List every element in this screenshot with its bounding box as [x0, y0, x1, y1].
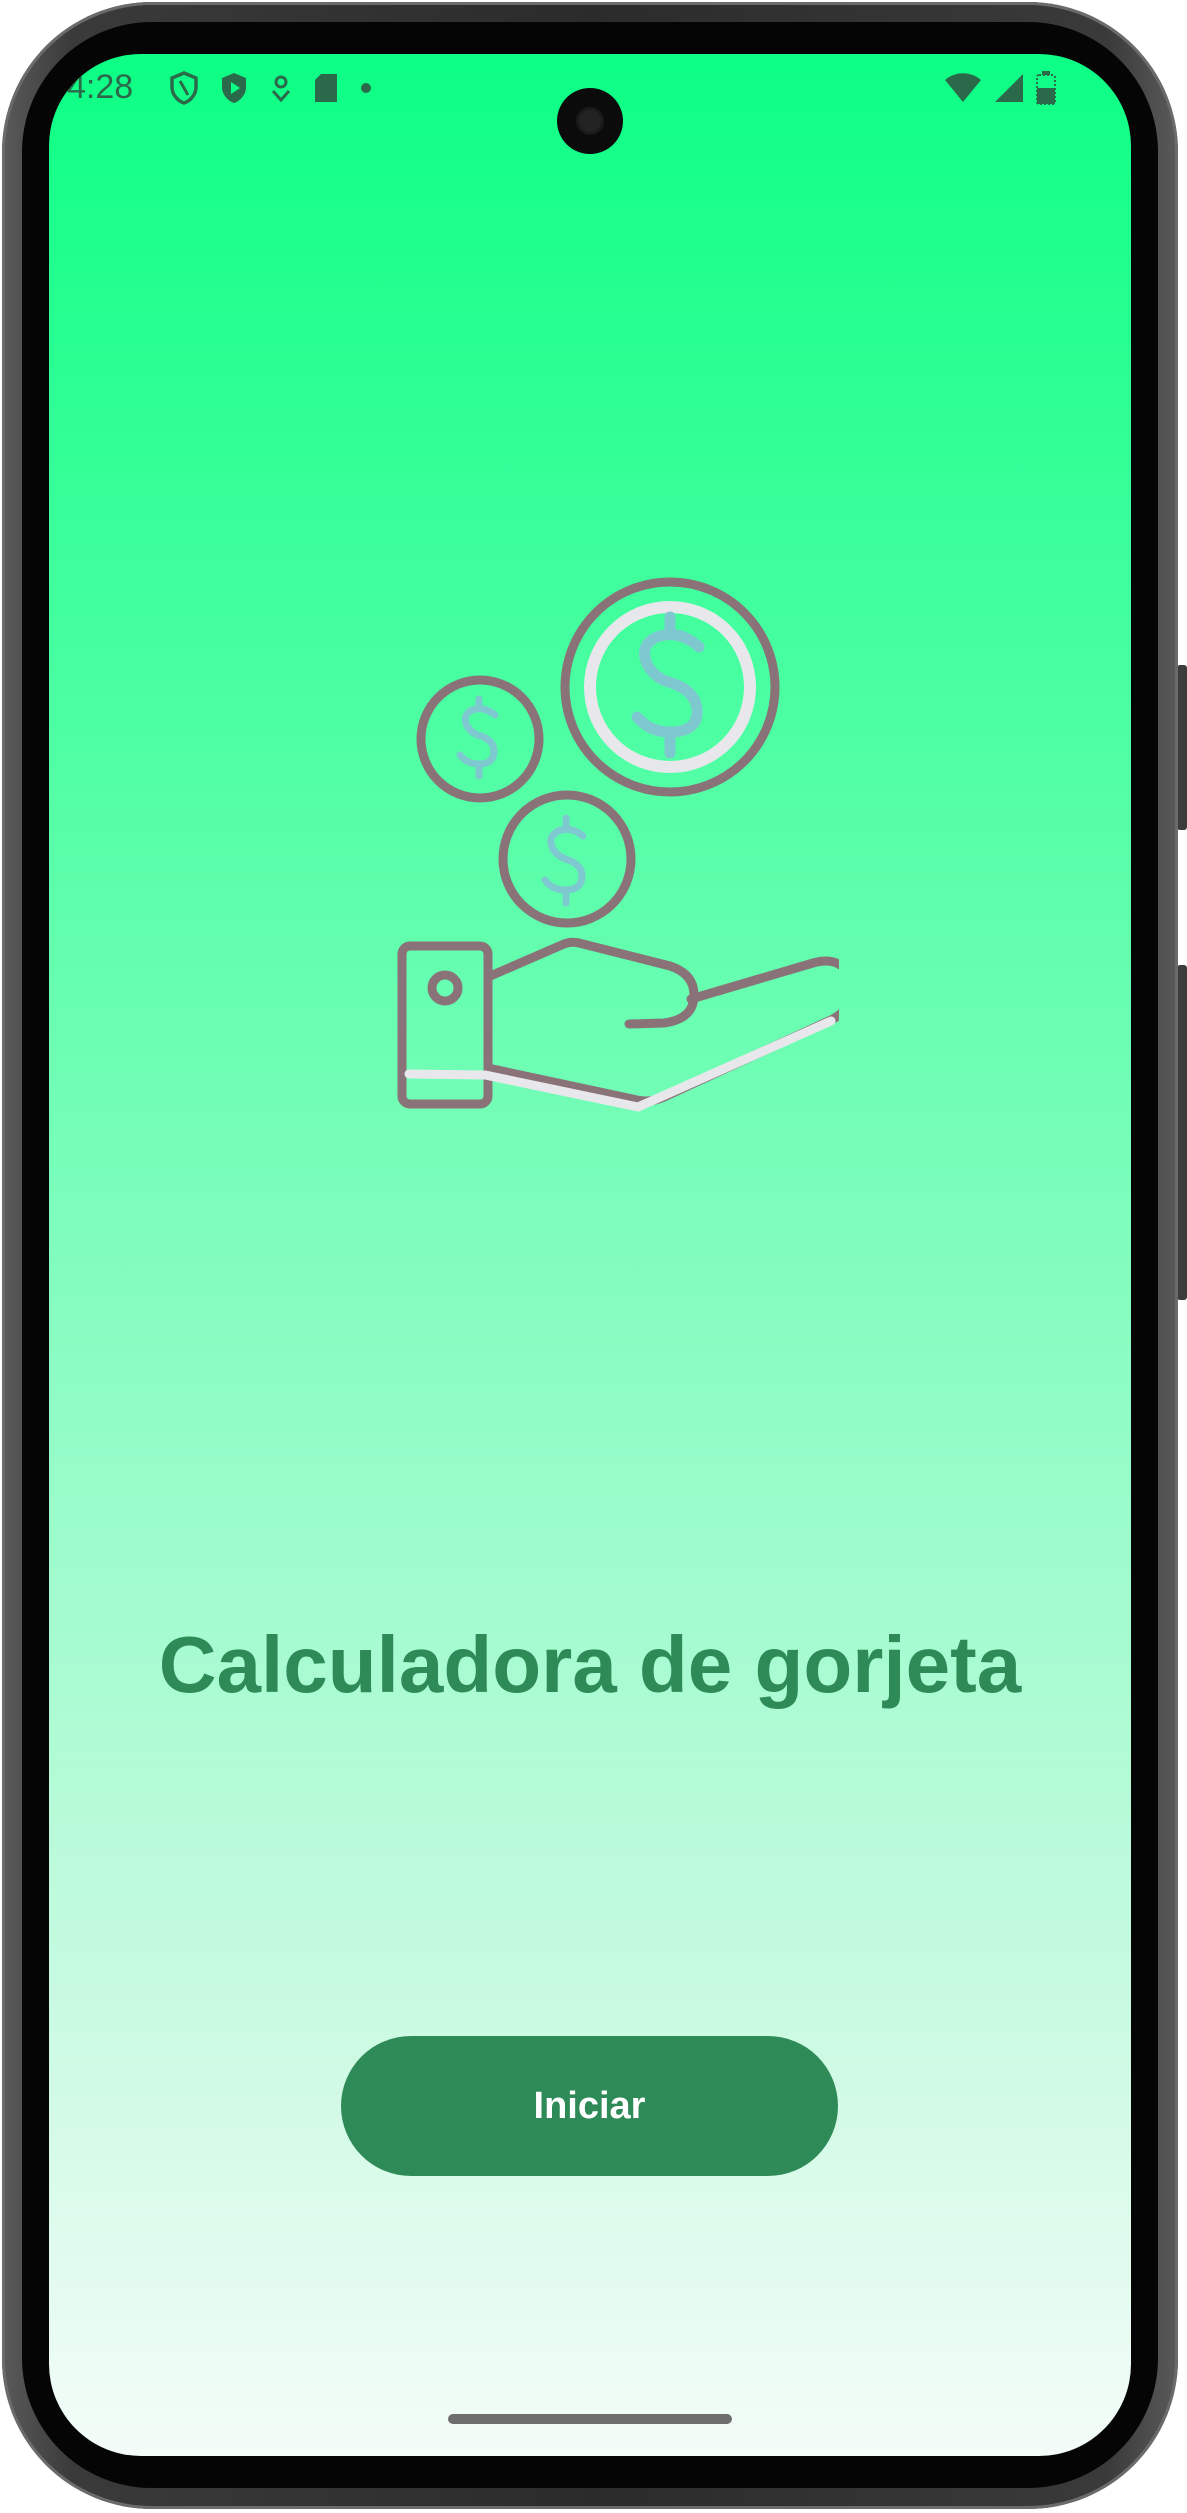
notification-dot-icon — [361, 83, 371, 93]
volume-button — [1177, 965, 1187, 1300]
app-screen: 4:28 Calculadora de gorjeta Iniciar — [49, 54, 1131, 2456]
status-icons-right — [943, 68, 1057, 108]
shield-play-icon — [222, 73, 246, 103]
status-icons-left — [169, 68, 373, 108]
power-button — [1177, 665, 1187, 830]
start-button[interactable]: Iniciar — [341, 2036, 838, 2176]
sd-card-icon — [315, 74, 337, 102]
hand-with-coins-icon — [397, 577, 839, 1112]
location-pin-icon — [271, 75, 291, 103]
wifi-icon — [945, 73, 981, 102]
cell-signal-icon — [995, 74, 1023, 102]
shield-outline-icon — [170, 71, 198, 105]
status-time: 4:28 — [67, 68, 134, 106]
front-camera — [557, 88, 623, 154]
phone-device: 4:28 Calculadora de gorjeta Iniciar — [0, 0, 1187, 2513]
page-title: Calculadora de gorjeta — [158, 1620, 1022, 1709]
battery-icon — [1036, 71, 1056, 105]
home-indicator[interactable] — [448, 2414, 732, 2424]
